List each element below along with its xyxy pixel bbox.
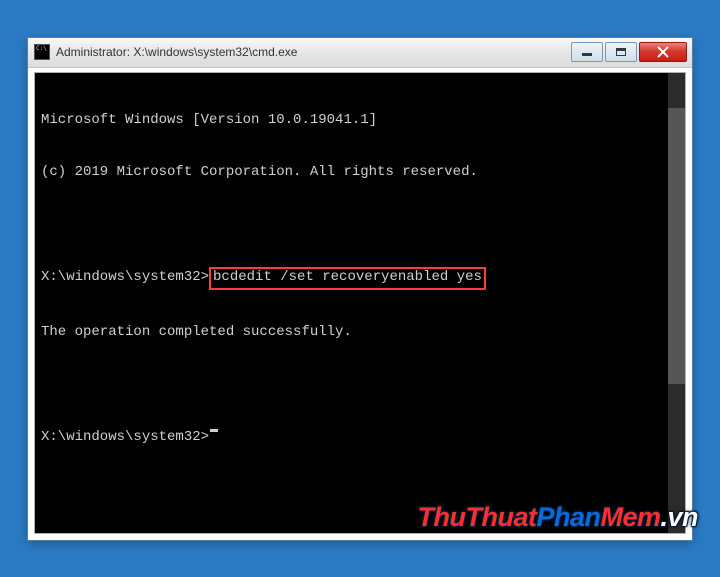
minimize-icon — [582, 53, 592, 56]
scroll-thumb[interactable] — [668, 108, 685, 384]
console-area[interactable]: Microsoft Windows [Version 10.0.19041.1]… — [34, 72, 686, 534]
maximize-button[interactable] — [605, 42, 637, 62]
console-prompt-2: X:\windows\system32> — [41, 429, 209, 447]
console-prompt-1: X:\windows\system32> — [41, 269, 209, 289]
window-controls — [571, 42, 687, 62]
titlebar[interactable]: Administrator: X:\windows\system32\cmd.e… — [28, 38, 692, 68]
maximize-icon — [616, 48, 626, 56]
console-copyright-line: (c) 2019 Microsoft Corporation. All righ… — [41, 164, 478, 182]
close-icon — [657, 46, 669, 58]
cmd-window: Administrator: X:\windows\system32\cmd.e… — [27, 37, 693, 541]
console-result-1: The operation completed successfully. — [41, 324, 352, 342]
window-title: Administrator: X:\windows\system32\cmd.e… — [56, 45, 571, 59]
console-version-line: Microsoft Windows [Version 10.0.19041.1] — [41, 112, 377, 130]
cursor-icon — [210, 429, 218, 432]
cmd-icon — [34, 44, 50, 60]
vertical-scrollbar[interactable] — [668, 73, 685, 533]
minimize-button[interactable] — [571, 42, 603, 62]
console-command-1: bcdedit /set recoveryenabled yes — [213, 269, 482, 285]
close-button[interactable] — [639, 42, 687, 62]
command-highlight: bcdedit /set recoveryenabled yes — [209, 267, 486, 290]
